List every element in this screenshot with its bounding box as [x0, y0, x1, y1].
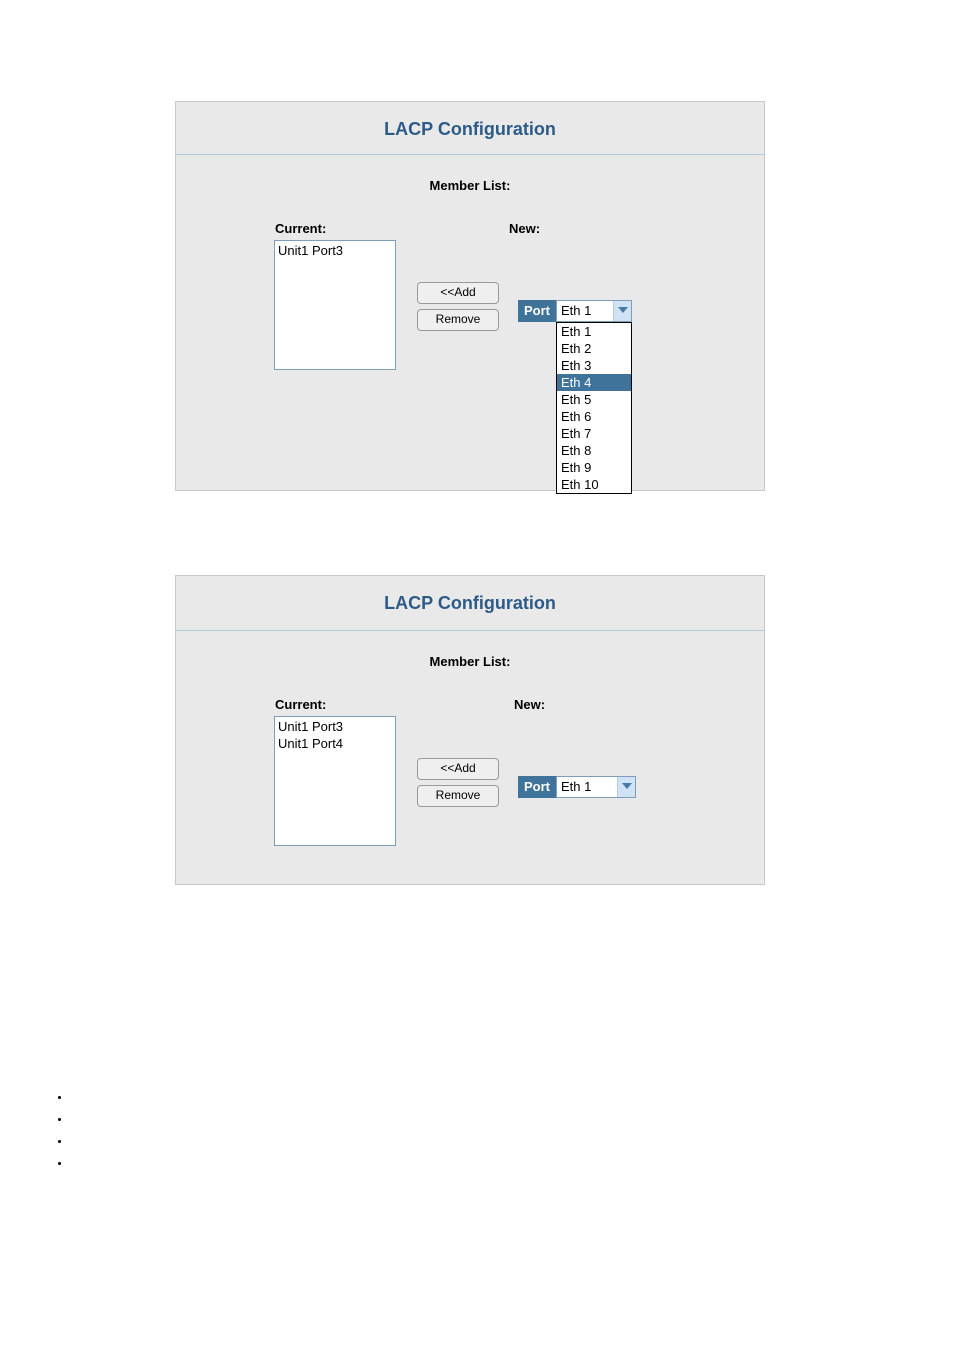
- list-item[interactable]: Unit1 Port4: [278, 735, 392, 752]
- remove-button[interactable]: Remove: [417, 785, 499, 807]
- panel-title: LACP Configuration: [176, 102, 764, 153]
- list-item[interactable]: Unit1 Port3: [278, 718, 392, 735]
- current-members-listbox[interactable]: Unit1 Port3: [274, 240, 396, 370]
- port-option[interactable]: Eth 7: [557, 425, 631, 442]
- port-select-value: Eth 1: [561, 779, 591, 794]
- current-column-label: Current:: [275, 697, 326, 712]
- port-option[interactable]: Eth 5: [557, 391, 631, 408]
- port-option[interactable]: Eth 6: [557, 408, 631, 425]
- current-members-listbox[interactable]: Unit1 Port3 Unit1 Port4: [274, 716, 396, 846]
- current-column-label: Current:: [275, 221, 326, 236]
- divider: [176, 630, 764, 631]
- remove-button[interactable]: Remove: [417, 309, 499, 331]
- port-option[interactable]: Eth 2: [557, 340, 631, 357]
- port-select[interactable]: Eth 1: [556, 300, 632, 322]
- port-option[interactable]: Eth 8: [557, 442, 631, 459]
- port-option[interactable]: Eth 10: [557, 476, 631, 493]
- port-option[interactable]: Eth 3: [557, 357, 631, 374]
- port-label: Port: [518, 776, 556, 798]
- new-column-label: New:: [509, 221, 540, 236]
- lacp-config-panel-2: LACP Configuration Member List: Current:…: [175, 575, 765, 885]
- chevron-down-icon[interactable]: [613, 301, 631, 321]
- port-option[interactable]: Eth 9: [557, 459, 631, 476]
- port-select-dropdown[interactable]: Eth 1 Eth 2 Eth 3 Eth 4 Eth 5 Eth 6 Eth …: [556, 322, 632, 494]
- panel-title: LACP Configuration: [176, 576, 764, 627]
- add-button[interactable]: <<Add: [417, 758, 499, 780]
- lacp-config-panel-1: LACP Configuration Member List: Current:…: [175, 101, 765, 491]
- divider: [176, 154, 764, 155]
- port-select-value: Eth 1: [561, 303, 591, 318]
- new-column-label: New:: [514, 697, 545, 712]
- port-select[interactable]: Eth 1: [556, 776, 636, 798]
- chevron-down-icon[interactable]: [617, 777, 635, 797]
- add-button[interactable]: <<Add: [417, 282, 499, 304]
- list-item[interactable]: Unit1 Port3: [278, 242, 392, 259]
- member-list-label: Member List:: [176, 654, 764, 669]
- member-list-label: Member List:: [176, 178, 764, 193]
- port-option[interactable]: Eth 1: [557, 323, 631, 340]
- port-option[interactable]: Eth 4: [557, 374, 631, 391]
- port-label: Port: [518, 300, 556, 322]
